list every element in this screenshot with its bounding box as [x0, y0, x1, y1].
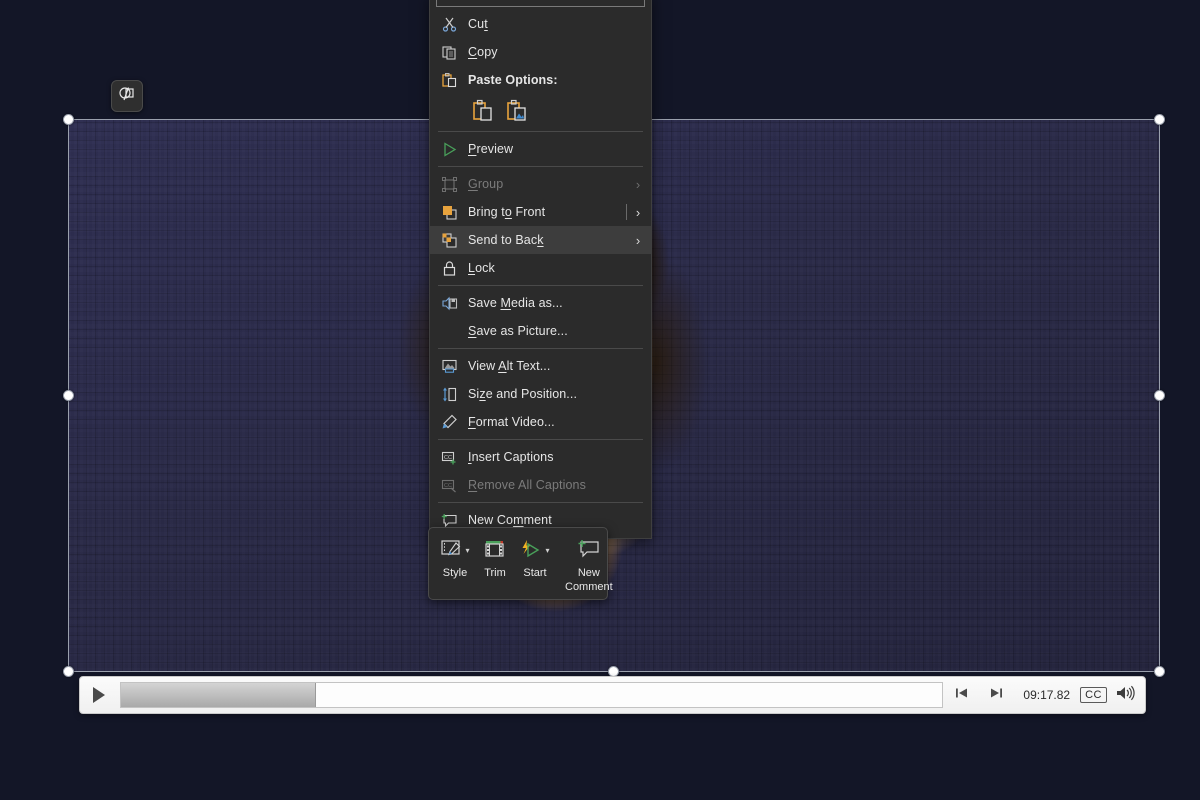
context-menu-item-label: Save Media as...	[468, 296, 645, 310]
paste-picture-button[interactable]	[506, 99, 528, 123]
context-menu-item-lock[interactable]: Lock	[430, 254, 651, 282]
context-menu-item-format-video[interactable]: Format Video...	[430, 408, 651, 436]
size-position-icon	[430, 386, 468, 403]
context-menu-item-label: Paste Options:	[468, 73, 645, 87]
context-menu-item-bring-to-front[interactable]: Bring to Front ›	[430, 198, 651, 226]
playback-progress-slider[interactable]	[120, 682, 943, 708]
context-menu-item-label: Remove All Captions	[468, 478, 645, 492]
mini-toolbar-new-comment-label-line2: Comment	[565, 582, 613, 594]
scissors-icon	[430, 16, 468, 33]
layout-options-button[interactable]	[111, 80, 143, 112]
context-menu-item-label: Save as Picture...	[468, 324, 645, 338]
context-menu-item-label: Group	[468, 177, 631, 191]
context-menu-item-size-and-position[interactable]: Size and Position...	[430, 380, 651, 408]
context-menu-item-insert-captions[interactable]: CC Insert Captions	[430, 443, 651, 471]
mini-toolbar-new-comment-button[interactable]: New Comment	[565, 533, 613, 594]
menu-separator	[438, 502, 643, 503]
context-menu-item-preview[interactable]: Preview	[430, 135, 651, 163]
context-menu-item-save-media-as[interactable]: Save Media as...	[430, 289, 651, 317]
video-player-controls[interactable]: 09:17.82 CC	[79, 676, 1146, 714]
context-menu-item-label: Insert Captions	[468, 450, 645, 464]
chevron-down-icon[interactable]: ▾	[465, 547, 469, 555]
mini-toolbar-new-comment-label-line1: New	[578, 568, 600, 580]
clipboard-icon	[430, 72, 468, 89]
menu-separator	[438, 439, 643, 440]
playback-progress-fill	[121, 683, 316, 707]
step-forward-icon	[988, 686, 1004, 705]
context-menu-item-cut[interactable]: Cut	[430, 10, 651, 38]
mini-toolbar-trim-label: Trim	[484, 568, 506, 580]
save-media-icon	[430, 295, 468, 312]
context-menu-item-label: Copy	[468, 45, 645, 59]
context-menu-item-group[interactable]: Group ›	[430, 170, 651, 198]
lock-icon	[430, 260, 468, 277]
play-icon	[93, 687, 105, 703]
svg-text:CC: CC	[444, 454, 452, 460]
mini-toolbar-style-button[interactable]: ▾ Style	[435, 533, 475, 594]
mini-toolbar-style-label: Style	[443, 568, 467, 580]
context-menu-item-label: Format Video...	[468, 415, 645, 429]
film-trim-icon	[483, 539, 507, 564]
comment-plus-icon	[430, 512, 468, 529]
volume-button[interactable]	[1107, 685, 1145, 706]
play-button[interactable]	[80, 677, 118, 713]
comment-plus-icon	[576, 539, 602, 564]
context-menu-item-label: Size and Position...	[468, 387, 645, 401]
context-menu-item-label: Preview	[468, 142, 645, 156]
menu-separator	[438, 348, 643, 349]
step-back-icon	[954, 686, 970, 705]
start-bolt-icon	[520, 539, 544, 564]
mini-toolbar[interactable]: ▾ Style	[428, 527, 608, 600]
menu-separator	[438, 131, 643, 132]
context-menu-item-label: Send to Back	[468, 233, 631, 247]
context-menu-item-label: Lock	[468, 261, 645, 275]
context-menu-item-copy[interactable]: Copy	[430, 38, 651, 66]
cc-remove-icon: CC	[430, 477, 468, 494]
chevron-down-icon[interactable]: ▾	[545, 547, 549, 555]
closed-captions-button[interactable]: CC	[1080, 687, 1107, 703]
video-style-icon	[440, 539, 464, 564]
cc-plus-icon: CC	[430, 449, 468, 466]
format-paint-icon	[430, 414, 468, 431]
step-back-button[interactable]	[945, 686, 979, 705]
context-menu-item-label: Cut	[468, 17, 645, 31]
paste-keep-source-formatting-button[interactable]	[472, 99, 494, 123]
context-menu-item-view-alt-text[interactable]: View Alt Text...	[430, 352, 651, 380]
svg-text:CC: CC	[444, 482, 452, 488]
submenu-divider	[626, 204, 627, 220]
chevron-right-icon: ›	[631, 177, 645, 192]
playback-time-display: 09:17.82	[1013, 688, 1080, 702]
layout-options-icon	[118, 85, 136, 108]
context-menu-item-label: Bring to Front	[468, 205, 631, 219]
mini-toolbar-video-group: ▾ Style	[435, 533, 555, 594]
alt-text-icon	[430, 358, 468, 375]
context-menu[interactable]: Cut Copy	[429, 0, 652, 539]
mini-toolbar-trim-button[interactable]: Trim	[475, 533, 515, 594]
context-menu-item-paste-options[interactable]: Paste Options:	[430, 66, 651, 94]
context-menu-item-label: View Alt Text...	[468, 359, 645, 373]
presentation-canvas: Cut Copy	[0, 0, 1200, 800]
volume-icon	[1116, 685, 1136, 706]
context-menu-item-remove-all-captions[interactable]: CC Remove All Captions	[430, 471, 651, 499]
menu-separator	[438, 166, 643, 167]
group-icon	[430, 176, 468, 193]
mini-toolbar-start-label: Start	[523, 568, 546, 580]
step-forward-button[interactable]	[979, 686, 1013, 705]
send-to-back-icon	[430, 232, 468, 249]
play-triangle-icon	[430, 141, 468, 158]
context-menu-top-partial	[436, 0, 645, 7]
context-menu-item-send-to-back[interactable]: Send to Back ›	[430, 226, 651, 254]
mini-toolbar-start-button[interactable]: ▾ Start	[515, 533, 555, 594]
copy-icon	[430, 44, 468, 61]
chevron-right-icon: ›	[631, 233, 645, 248]
bring-to-front-icon	[430, 204, 468, 221]
chevron-right-icon: ›	[631, 205, 645, 220]
context-menu-item-label: New Comment	[468, 513, 645, 527]
menu-separator	[438, 285, 643, 286]
paste-options-row[interactable]	[430, 94, 651, 128]
context-menu-item-save-as-picture[interactable]: Save as Picture...	[430, 317, 651, 345]
